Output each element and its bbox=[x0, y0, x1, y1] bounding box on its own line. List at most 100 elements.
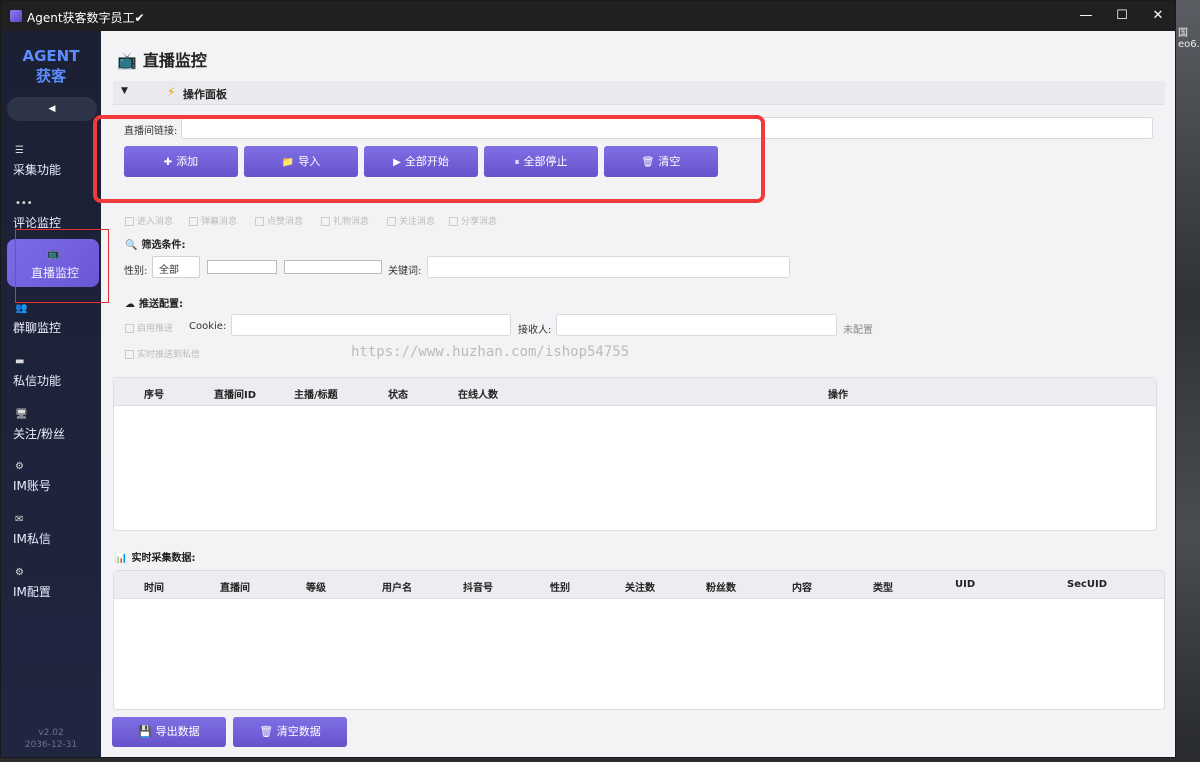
stop-all-button[interactable]: ⏸ 全部停止 bbox=[484, 146, 598, 177]
column-header: 时间 bbox=[144, 583, 164, 594]
cloud-upload-icon: ☁ bbox=[125, 299, 135, 310]
window-title: Agent获客数字员工✔ bbox=[27, 11, 145, 25]
clear-label: 清空 bbox=[658, 155, 681, 168]
maximize-button[interactable]: ☐ bbox=[1107, 6, 1137, 26]
users-icon: 👥 bbox=[15, 303, 28, 314]
column-header: 内容 bbox=[792, 583, 812, 594]
collapse-sidebar-button[interactable]: ◀ bbox=[7, 97, 97, 121]
message-icon: ▬ bbox=[15, 356, 25, 367]
sidebar-item-label: 私信功能 bbox=[13, 374, 62, 388]
checkbox-share[interactable]: 分享消息 bbox=[449, 214, 497, 227]
operation-panel-header[interactable]: ▼ ⚡ 操作面板 bbox=[113, 81, 1165, 105]
realtime-table: 时间 直播间 等级 用户名 抖音号 性别 关注数 粉丝数 内容 类型 UID S… bbox=[113, 570, 1165, 710]
highlight-outline bbox=[15, 229, 109, 303]
minimize-button[interactable]: — bbox=[1071, 6, 1101, 26]
export-label: 导出数据 bbox=[155, 725, 200, 738]
sidebar-item-label: IM账号 bbox=[13, 479, 51, 493]
app-icon bbox=[10, 10, 22, 22]
sidebar-item-im-account[interactable]: ⚙ IM账号 bbox=[7, 455, 99, 503]
sidebar-item-label: IM配置 bbox=[13, 585, 51, 599]
account-icon: ⚙ bbox=[15, 461, 24, 472]
keyword-label: 关键词: bbox=[388, 266, 422, 277]
sidebar-item-label: 关注/粉丝 bbox=[13, 427, 66, 441]
chart-icon: 📊 bbox=[115, 553, 128, 564]
gender-label: 性别: bbox=[124, 266, 148, 277]
cookie-input[interactable] bbox=[231, 314, 511, 336]
collapse-triangle-icon[interactable]: ▼ bbox=[121, 86, 128, 96]
pause-icon: ⏸ bbox=[514, 157, 520, 168]
realtime-push-checkbox[interactable]: 实时推送到私信 bbox=[125, 347, 200, 360]
column-header: 关注数 bbox=[625, 583, 655, 594]
play-icon: ▶ bbox=[393, 157, 401, 168]
push-status: 未配置 bbox=[843, 325, 873, 336]
column-header: UID bbox=[955, 579, 976, 590]
sidebar-item-label: IM私信 bbox=[13, 532, 51, 546]
column-header: 直播间 bbox=[220, 583, 250, 594]
close-button[interactable]: ✕ bbox=[1143, 6, 1173, 26]
column-header: 操作 bbox=[828, 390, 848, 401]
sidebar-item-label: 群聊监控 bbox=[13, 321, 62, 335]
app-window: Agent获客数字员工✔ — ☐ ✕ AGENT 获客 ◀ ☰ 采集功能 •••… bbox=[0, 0, 1176, 758]
add-label: 添加 bbox=[176, 155, 199, 168]
clear-data-label: 清空数据 bbox=[276, 725, 321, 738]
keyword-input[interactable] bbox=[427, 256, 790, 278]
checkbox-like[interactable]: 点赞消息 bbox=[255, 214, 303, 227]
folder-icon: 📁 bbox=[281, 157, 295, 168]
stop-all-label: 全部停止 bbox=[523, 155, 568, 168]
fans-range-input[interactable] bbox=[207, 260, 277, 274]
task-table: 序号 直播间ID 主播/标题 状态 在线人数 操作 bbox=[113, 377, 1157, 531]
gender-select[interactable]: 全部 bbox=[152, 256, 200, 278]
receiver-input[interactable] bbox=[556, 314, 837, 336]
import-button[interactable]: 📁 导入 bbox=[244, 146, 358, 177]
sidebar-item-group-monitor[interactable]: 👥 群聊监控 bbox=[7, 297, 99, 345]
gear-icon: ⚙ bbox=[15, 567, 24, 578]
enable-push-checkbox[interactable]: 启用推送 bbox=[125, 321, 173, 334]
sidebar-item-im-config[interactable]: ⚙ IM配置 bbox=[7, 561, 99, 609]
column-header: 等级 bbox=[306, 583, 326, 594]
column-header: 在线人数 bbox=[458, 390, 498, 401]
receiver-label: 接收人: bbox=[518, 325, 552, 336]
add-button[interactable]: ✚ 添加 bbox=[124, 146, 238, 177]
column-header: 粉丝数 bbox=[706, 583, 736, 594]
start-all-button[interactable]: ▶ 全部开始 bbox=[364, 146, 478, 177]
brand-line2: 获客 bbox=[35, 67, 66, 85]
column-header: 主播/标题 bbox=[294, 390, 338, 401]
column-header: SecUID bbox=[1067, 579, 1108, 590]
watermark-text: https://www.huzhan.com/ishop54755 bbox=[351, 344, 630, 360]
main-content: 📺 直播监控 ▼ ⚡ 操作面板 直播间链接: ✚ 添加 📁 导入 ▶ 全部开始 ⏸ 全部停… bbox=[93, 31, 1175, 757]
checkbox-gift[interactable]: 礼物消息 bbox=[321, 214, 369, 227]
tv-icon: 📺 bbox=[117, 51, 137, 70]
level-range-input[interactable] bbox=[284, 260, 382, 274]
version-number: v2.02 bbox=[38, 728, 64, 738]
version-info: v2.02 2036-12-31 bbox=[1, 727, 101, 751]
brand-logo: AGENT 获客 bbox=[1, 46, 101, 86]
checkbox-danmaku[interactable]: 弹幕消息 bbox=[189, 214, 237, 227]
sidebar-item-private-message[interactable]: ▬ 私信功能 bbox=[7, 350, 99, 398]
column-header: 类型 bbox=[873, 583, 893, 594]
sidebar-item-collect[interactable]: ☰ 采集功能 bbox=[7, 139, 99, 187]
sidebar: AGENT 获客 ◀ ☰ 采集功能 ••• 评论监控 📺 直播监控 👥 群聊监控… bbox=[1, 31, 101, 757]
column-header: 状态 bbox=[388, 390, 408, 401]
version-date: 2036-12-31 bbox=[24, 740, 78, 750]
start-all-label: 全部开始 bbox=[404, 155, 449, 168]
trash-icon: 🗑 bbox=[641, 157, 655, 168]
column-header: 性别 bbox=[550, 583, 570, 594]
checkbox-enter[interactable]: 进入消息 bbox=[125, 214, 173, 227]
export-data-button[interactable]: 💾 导出数据 bbox=[112, 717, 226, 747]
plus-icon: ✚ bbox=[163, 157, 173, 168]
checkbox-follow[interactable]: 关注消息 bbox=[387, 214, 435, 227]
clear-button[interactable]: 🗑 清空 bbox=[604, 146, 718, 177]
import-label: 导入 bbox=[298, 155, 321, 168]
desktop-background: 国 eo6.1 bbox=[1176, 0, 1200, 762]
save-icon: 💾 bbox=[138, 725, 156, 738]
chat-icon: ••• bbox=[15, 198, 33, 209]
monitor-icon: 🖥 bbox=[15, 409, 28, 420]
realtime-section-title: 📊 实时采集数据: bbox=[115, 553, 196, 564]
push-section-title: ☁ 推送配置: bbox=[125, 299, 183, 310]
sidebar-item-follow-fans[interactable]: 🖥 关注/粉丝 bbox=[7, 403, 99, 451]
sidebar-item-im-message[interactable]: ✉ IM私信 bbox=[7, 508, 99, 556]
search-icon: 🔍 bbox=[125, 240, 138, 251]
clear-data-button[interactable]: 🗑 清空数据 bbox=[233, 717, 347, 747]
bolt-icon: ⚡ bbox=[167, 85, 176, 99]
page-title: 📺 直播监控 bbox=[117, 47, 207, 71]
